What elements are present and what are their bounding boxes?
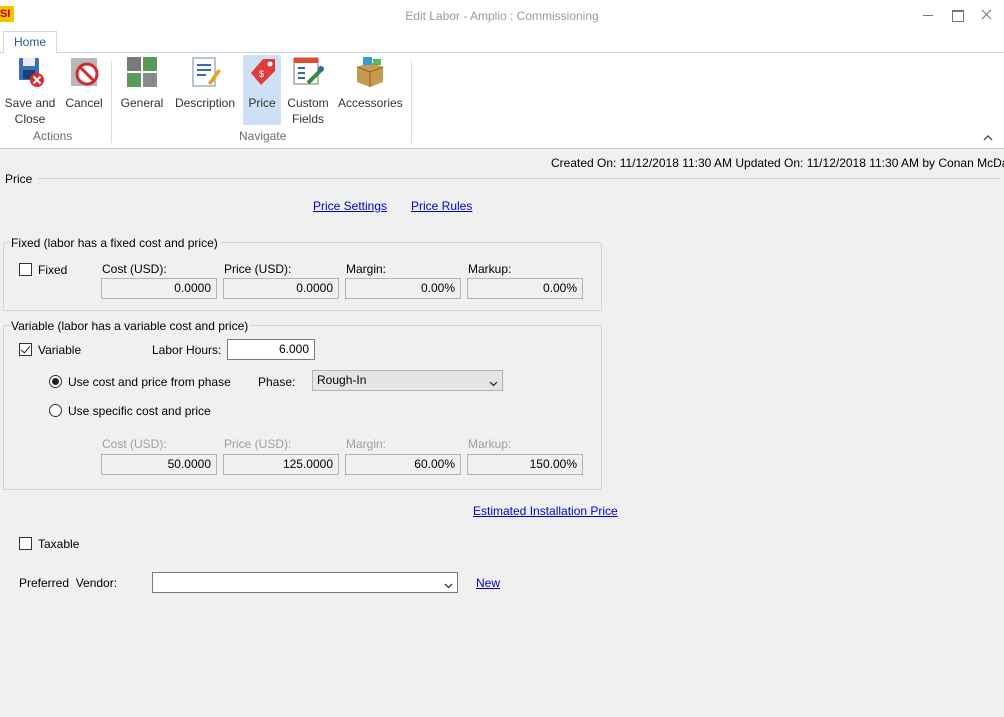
use-specific-radio-label: Use specific cost and price [68,404,211,418]
price-settings-link[interactable]: Price Settings [313,199,387,213]
variable-markup-header: Markup: [468,437,512,451]
fixed-group-title: Fixed (labor has a fixed cost and price) [11,236,220,250]
fixed-price-header: Price (USD): [224,262,292,276]
accessories-label: Accessories [338,96,403,110]
save-label-line2: Close [14,112,46,126]
chevron-down-icon [444,577,453,589]
variable-checkbox-label: Variable [38,343,82,357]
description-icon [188,55,222,89]
use-specific-radio[interactable] [49,404,62,417]
created-updated-status: Created On: 11/12/2018 11:30 AM Updated … [551,156,1004,170]
cancel-button[interactable]: Cancel [62,55,106,111]
custom-fields-line1: Custom [287,96,329,110]
general-icon [125,55,159,89]
group-separator [111,61,112,143]
fixed-margin-field[interactable]: 0.00% [345,278,461,299]
save-icon [13,55,47,89]
taxable-label: Taxable [38,537,80,551]
fixed-margin-header: Margin: [346,262,387,276]
maximize-icon[interactable] [947,6,967,24]
ribbon-tab-row: Home [0,31,1004,54]
phase-label: Phase: [258,375,296,389]
custom-fields-line2: Fields [291,112,324,126]
tab-home[interactable]: Home [3,31,57,54]
cancel-icon [67,55,101,89]
variable-margin-header: Margin: [346,437,387,451]
cancel-label: Cancel [65,96,103,110]
fixed-cost-header: Cost (USD): [102,262,167,276]
custom-fields-button[interactable]: Custom Fields [286,55,330,127]
variable-price-header: Price (USD): [224,437,292,451]
save-and-close-button[interactable]: Save and Close [4,55,56,127]
close-icon[interactable] [976,6,996,24]
save-label-line1: Save and [4,96,56,110]
fixed-price-field[interactable]: 0.0000 [223,278,339,299]
taxable-checkbox[interactable] [19,537,32,550]
collapse-ribbon-chevron-up-icon[interactable] [983,132,993,142]
minimize-icon[interactable] [918,6,938,24]
general-button[interactable]: General [118,55,166,111]
fixed-markup-field[interactable]: 0.00% [467,278,583,299]
variable-cost-header: Cost (USD): [102,437,167,451]
estimated-installation-price-link[interactable]: Estimated Installation Price [473,504,618,518]
variable-margin-field[interactable]: 60.00% [345,454,461,475]
group-separator [411,61,412,143]
variable-checkbox[interactable] [19,343,32,356]
fixed-checkbox[interactable] [19,263,32,276]
fixed-checkbox-label: Fixed [38,263,68,277]
accessories-box-icon [353,55,387,89]
section-divider [38,178,1000,179]
use-phase-radio-label: Use cost and price from phase [68,375,231,389]
labor-hours-label: Labor Hours: [152,343,222,357]
custom-fields-icon [291,55,325,89]
accessories-button[interactable]: Accessories [338,55,403,111]
phase-selected-value: Rough-In [317,373,367,387]
fixed-markup-header: Markup: [468,262,512,276]
preferred-vendor-label: Preferred Vendor: [19,576,118,590]
description-label: Description [174,96,236,110]
variable-group-title: Variable (labor has a variable cost and … [11,319,251,333]
fixed-groupbox [3,242,602,311]
description-button[interactable]: Description [173,55,237,111]
labor-hours-input[interactable]: 6.000 [227,339,315,360]
group-actions: Actions [33,129,73,143]
phase-select[interactable]: Rough-In [312,370,503,391]
chevron-down-icon [489,375,498,387]
new-vendor-link[interactable]: New [476,576,500,590]
group-navigate: Navigate [239,129,287,143]
price-button[interactable]: $ Price [243,55,281,125]
section-title: Price [5,172,33,186]
price-label: Price [248,96,276,110]
fixed-cost-field[interactable]: 0.0000 [101,278,217,299]
window-title: Edit Labor - Amplio : Commissioning [405,9,599,23]
svg-text:$: $ [259,69,264,79]
price-rules-link[interactable]: Price Rules [411,199,472,213]
variable-cost-field[interactable]: 50.0000 [101,454,217,475]
price-tag-icon: $ [245,55,279,89]
variable-markup-field[interactable]: 150.00% [467,454,583,475]
variable-price-field[interactable]: 125.0000 [223,454,339,475]
title-bar: SI Edit Labor - Amplio : Commissioning [0,0,1004,31]
ribbon: Save and Close Cancel Actions General De… [0,53,1004,149]
preferred-vendor-select[interactable] [152,572,458,593]
general-label: General [120,96,164,110]
use-phase-radio[interactable] [49,375,62,388]
